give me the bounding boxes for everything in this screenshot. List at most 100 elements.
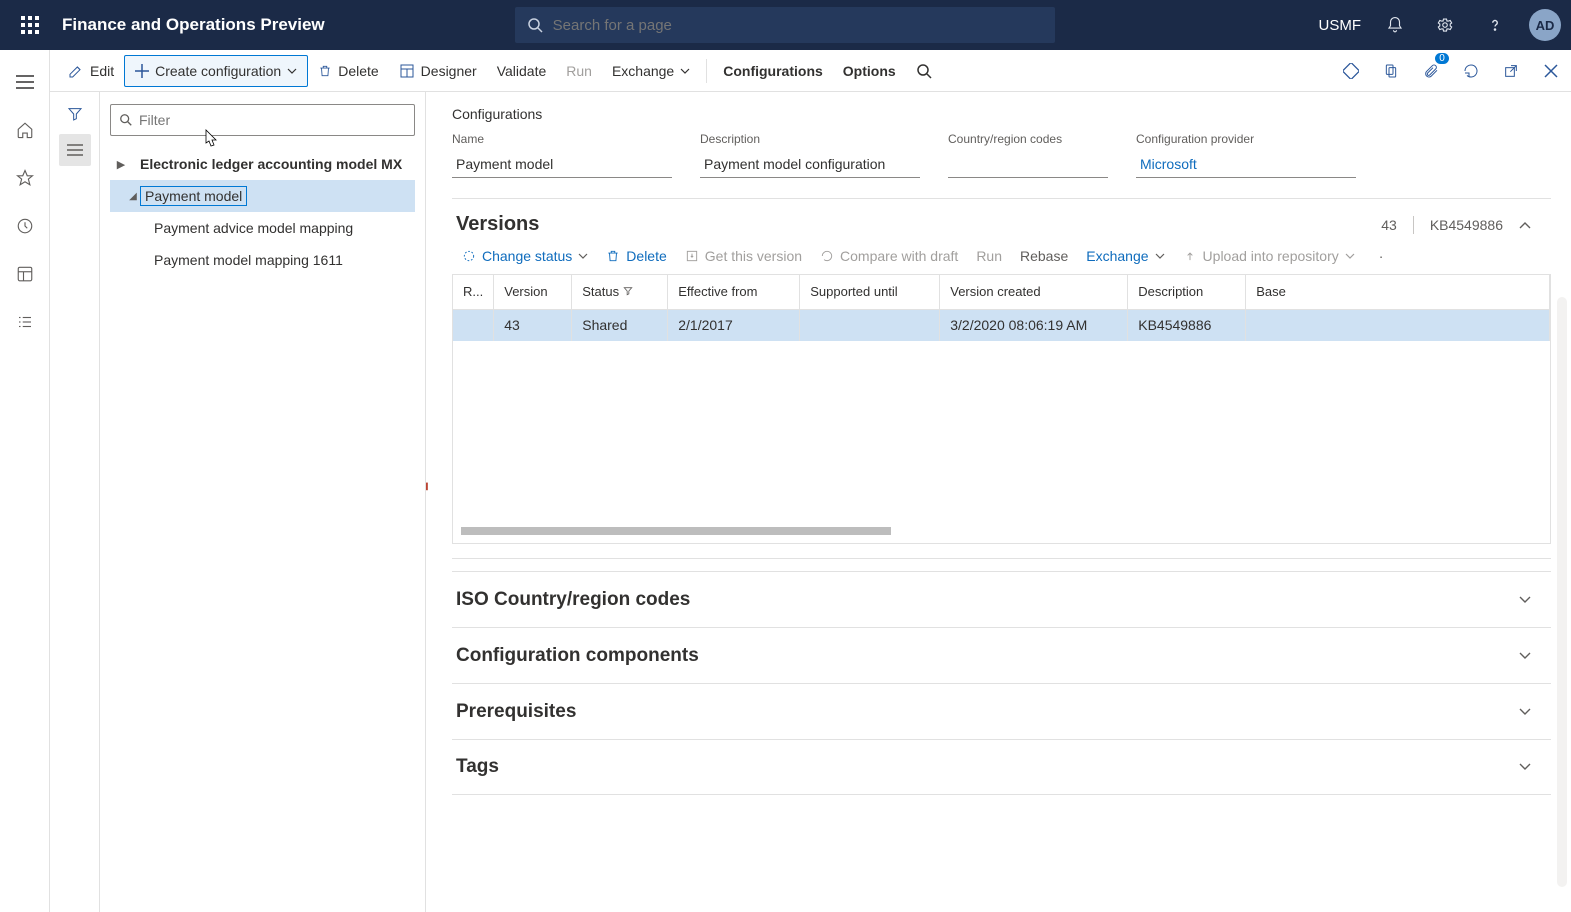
funnel-icon (67, 106, 83, 122)
versions-panel: Versions 43 KB4549886 Change status (452, 198, 1551, 559)
plus-icon (135, 64, 149, 78)
app-title: Finance and Operations Preview (62, 15, 325, 35)
col-eff[interactable]: Effective from (668, 275, 800, 309)
global-search-input[interactable] (553, 17, 1043, 34)
favorites-button[interactable] (9, 162, 41, 194)
create-config-label: Create configuration (155, 63, 281, 79)
edit-button[interactable]: Edit (58, 55, 124, 87)
col-r[interactable]: R... (453, 275, 494, 309)
chevron-down-icon (1519, 596, 1531, 604)
settings-button[interactable] (1429, 9, 1461, 41)
list-toggle-button[interactable] (59, 134, 91, 166)
notifications-button[interactable] (1379, 9, 1411, 41)
exchange-version-button[interactable]: Exchange (1086, 248, 1164, 264)
configurations-tab[interactable]: Configurations (713, 55, 833, 87)
accordion-iso[interactable]: ISO Country/region codes (452, 571, 1551, 627)
table-header-row: R... Version Status Effective from Suppo… (453, 275, 1550, 309)
accordion-prereq[interactable]: Prerequisites (452, 683, 1551, 739)
designer-button[interactable]: Designer (389, 55, 487, 87)
recent-button[interactable] (9, 210, 41, 242)
designer-icon (399, 63, 415, 79)
btn-label: Exchange (1086, 248, 1148, 264)
field-value-link[interactable]: Microsoft (1136, 150, 1356, 178)
diamond-icon (1343, 63, 1359, 79)
global-search[interactable] (515, 7, 1055, 43)
compare-draft-button: Compare with draft (820, 248, 958, 264)
accordion-title: ISO Country/region codes (456, 589, 690, 611)
close-button[interactable] (1539, 59, 1563, 83)
refresh-button[interactable] (1459, 59, 1483, 83)
popout-button[interactable] (1499, 59, 1523, 83)
cell-version: 43 (494, 309, 572, 341)
popout-icon (1503, 63, 1519, 79)
tree-item-payment-advice[interactable]: Payment advice model mapping (110, 212, 415, 244)
attachments-button[interactable]: 0 (1419, 59, 1443, 83)
create-configuration-button[interactable]: Create configuration (124, 55, 308, 87)
scrollbar[interactable] (1557, 297, 1567, 887)
horizontal-scrollbar[interactable] (461, 527, 891, 535)
chevron-down-icon (1519, 708, 1531, 716)
user-avatar[interactable]: AD (1529, 9, 1561, 41)
options-tab[interactable]: Options (833, 55, 906, 87)
delete-version-button[interactable]: Delete (606, 248, 666, 264)
tree-item-payment-model[interactable]: ◢ Payment model (110, 180, 415, 212)
waffle-button[interactable] (10, 5, 50, 45)
btn-label: Run (976, 248, 1002, 264)
col-base[interactable]: Base (1246, 275, 1550, 309)
more-button[interactable]: · (1379, 248, 1384, 264)
gear-icon (1436, 16, 1454, 34)
field-value[interactable]: Payment model configuration (700, 150, 920, 178)
field-label: Country/region codes (948, 132, 1108, 146)
change-status-button[interactable]: Change status (462, 248, 588, 264)
exchange-label: Exchange (612, 63, 674, 79)
rebase-button[interactable]: Rebase (1020, 248, 1068, 264)
page-caption: Configurations (452, 106, 1551, 122)
tree-item-electronic-ledger[interactable]: ▶ Electronic ledger accounting model MX (110, 148, 415, 180)
open-window-button[interactable] (1379, 59, 1403, 83)
field-country-codes: Country/region codes (948, 132, 1108, 178)
col-status[interactable]: Status (572, 275, 668, 309)
help-button[interactable] (1479, 9, 1511, 41)
trash-icon (606, 249, 620, 263)
versions-summary-ver: 43 (1381, 217, 1397, 233)
tree-filter[interactable] (110, 104, 415, 136)
upload-repo-button: Upload into repository (1183, 248, 1355, 264)
copy-icon (1383, 63, 1399, 79)
filter-button[interactable] (67, 106, 83, 122)
accordion-tags[interactable]: Tags (452, 739, 1551, 795)
versions-summary-kb: KB4549886 (1430, 217, 1503, 233)
find-button[interactable] (906, 55, 942, 87)
hamburger-button[interactable] (9, 66, 41, 98)
field-value[interactable] (948, 150, 1108, 178)
versions-grid[interactable]: R... Version Status Effective from Suppo… (452, 274, 1551, 544)
home-icon (16, 121, 34, 139)
home-button[interactable] (9, 114, 41, 146)
tree-item-payment-mapping-1611[interactable]: Payment model mapping 1611 (110, 244, 415, 276)
col-sup[interactable]: Supported until (800, 275, 940, 309)
paperclip-icon (1423, 63, 1439, 79)
command-bar: Edit Create configuration Delete Designe… (50, 50, 1571, 92)
company-selector[interactable]: USMF (1319, 17, 1362, 34)
pin-button[interactable] (1339, 59, 1363, 83)
delete-button[interactable]: Delete (308, 55, 388, 87)
field-label: Description (700, 132, 920, 146)
workspaces-button[interactable] (9, 258, 41, 290)
field-description: Description Payment model configuration (700, 132, 920, 178)
collapse-button[interactable] (1519, 221, 1531, 229)
exchange-button[interactable]: Exchange (602, 55, 700, 87)
field-value[interactable]: Payment model (452, 150, 672, 178)
table-row[interactable]: 43 Shared 2/1/2017 3/2/2020 08:06:19 AM … (453, 309, 1550, 341)
col-created[interactable]: Version created (940, 275, 1128, 309)
validate-button[interactable]: Validate (487, 55, 557, 87)
splitter-handle[interactable]: ▮ (426, 472, 429, 500)
modules-button[interactable] (9, 306, 41, 338)
chevron-down-icon (1155, 253, 1165, 259)
cell-status: Shared (572, 309, 668, 341)
accordion-components[interactable]: Configuration components (452, 627, 1551, 683)
col-version[interactable]: Version (494, 275, 572, 309)
chevron-down-icon (1519, 763, 1531, 771)
tree-filter-input[interactable] (139, 112, 406, 128)
run-button: Run (556, 55, 602, 87)
col-desc[interactable]: Description (1128, 275, 1246, 309)
tree-item-label: Electronic ledger accounting model MX (136, 155, 406, 173)
